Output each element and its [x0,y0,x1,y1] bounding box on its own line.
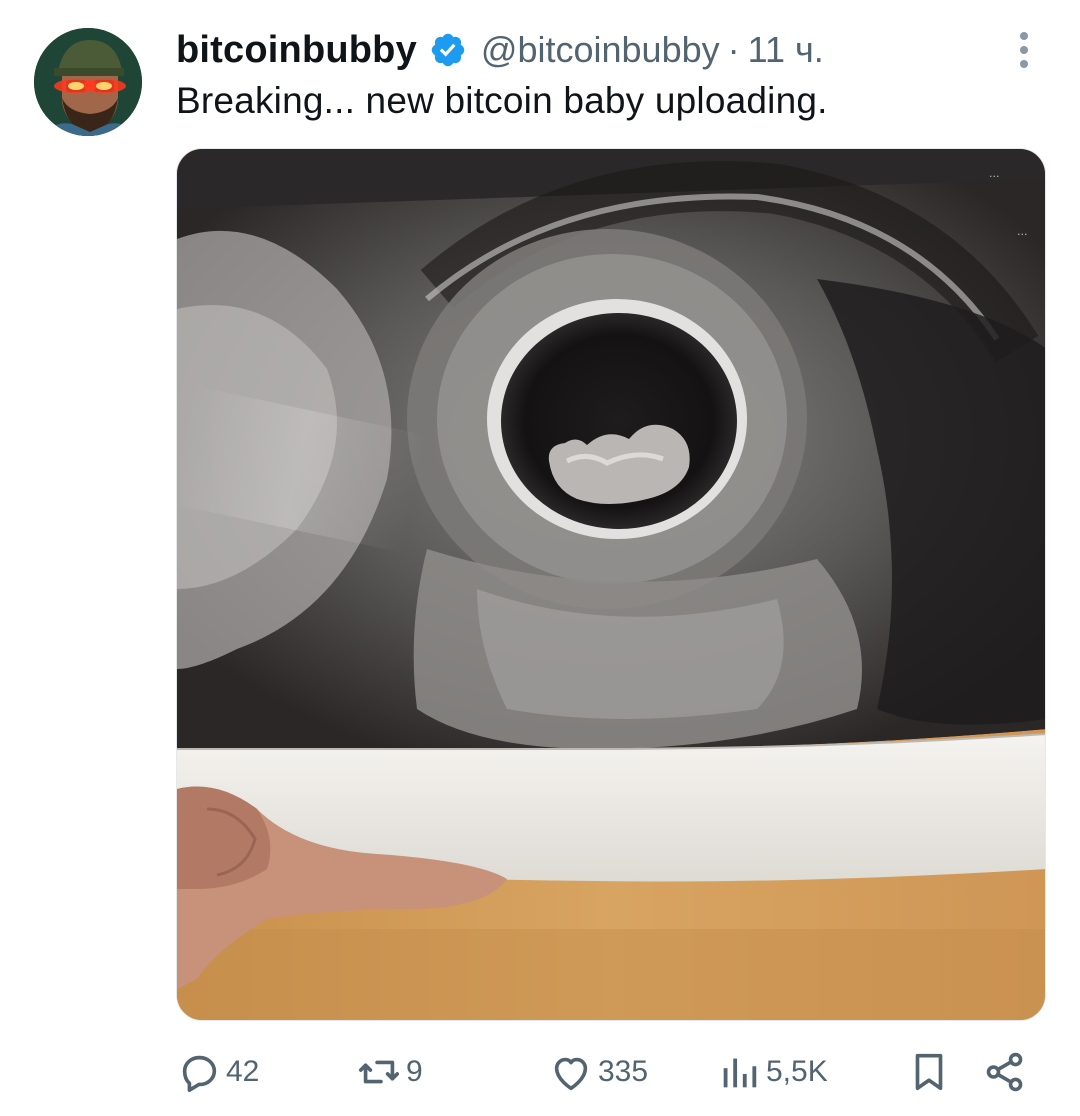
more-vertical-icon[interactable] [1012,28,1036,72]
share-button[interactable] [982,1042,1028,1102]
bookmark-icon [906,1049,952,1095]
separator-dot: · [727,29,740,70]
repost-count: 9 [406,1055,423,1088]
laser-eyes-avatar-icon [34,28,142,136]
reply-icon [176,1049,222,1095]
reply-button[interactable]: 42 [176,1042,259,1102]
reply-count: 42 [226,1055,260,1088]
like-button[interactable]: 335 [548,1042,648,1102]
view-count: 5,5K [766,1055,828,1088]
repost-icon [356,1049,402,1095]
post-media[interactable]: ... ... [176,148,1046,1021]
avatar[interactable] [34,28,142,136]
bookmark-button[interactable] [906,1042,952,1102]
like-count: 335 [598,1055,649,1088]
heart-icon [548,1049,594,1095]
verified-badge-icon[interactable] [429,31,467,69]
ultrasound-photo: ... ... [177,149,1045,1020]
post-header: bitcoinbubby @bitcoinbubby · 11 ч. [176,26,824,74]
views-icon [716,1049,762,1095]
handle[interactable]: @bitcoinbubby [481,29,720,71]
repost-button[interactable]: 9 [356,1042,423,1102]
scan-overlay-text-right: ... [1017,225,1028,238]
tweet[interactable]: bitcoinbubby @bitcoinbubby · 11 ч. Break… [0,0,1080,1116]
scan-overlay-text: ... [989,167,1000,180]
share-icon [982,1049,1028,1095]
display-name[interactable]: bitcoinbubby [176,29,417,72]
post-text: Breaking... new bitcoin baby uploading. [176,80,828,121]
action-bar: 42 9 335 5,5K [0,1042,1080,1102]
views-button[interactable]: 5,5K [716,1042,828,1102]
timestamp[interactable]: 11 ч. [748,29,824,71]
